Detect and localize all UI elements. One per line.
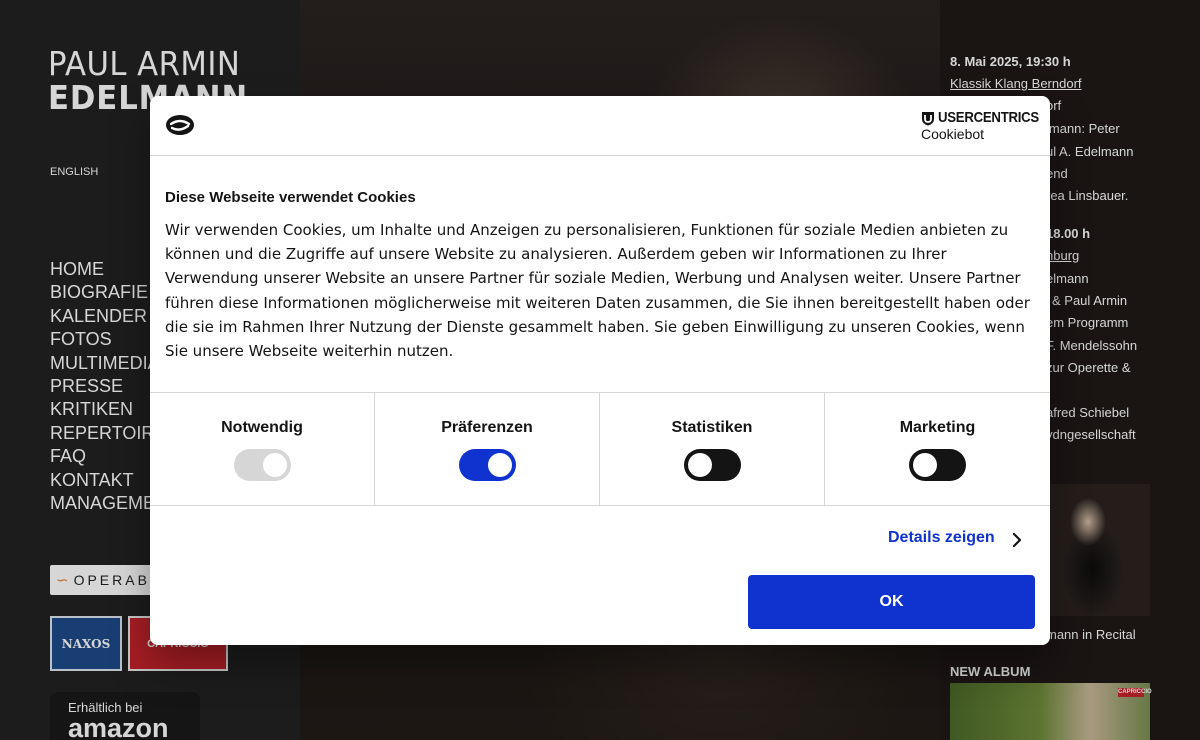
praeferenzen-toggle[interactable] <box>459 449 516 481</box>
category-marketing: Marketing <box>825 393 1050 505</box>
category-label: Marketing <box>899 419 976 436</box>
category-notwendig: Notwendig <box>150 393 375 505</box>
notwendig-toggle <box>234 449 291 481</box>
toggle-knob <box>263 453 287 477</box>
toggle-knob <box>913 453 937 477</box>
category-praeferenzen: Präferenzen <box>375 393 600 505</box>
ok-button[interactable]: OK <box>748 575 1035 629</box>
category-label: Statistiken <box>671 419 753 436</box>
toggle-knob <box>688 453 712 477</box>
show-details-link[interactable]: Details zeigen <box>888 529 995 547</box>
usercentrics-shield-icon <box>922 112 934 126</box>
cookie-consent-dialog: USERCENTRICS Cookiebot Diese Webseite ve… <box>150 96 1050 645</box>
usercentrics-brand[interactable]: USERCENTRICS Cookiebot <box>921 109 1041 145</box>
consent-categories: Notwendig Präferenzen Statistiken Market… <box>150 392 1050 506</box>
dialog-body-text: Wir verwenden Cookies, um Inhalte und An… <box>165 221 1030 361</box>
category-label: Notwendig <box>221 419 303 436</box>
cookiebot-logo-icon <box>166 115 194 135</box>
chevron-right-icon[interactable] <box>1011 532 1023 548</box>
category-statistiken: Statistiken <box>600 393 825 505</box>
dialog-title: Diese Webseite verwendet Cookies <box>165 189 416 206</box>
statistiken-toggle[interactable] <box>684 449 741 481</box>
marketing-toggle[interactable] <box>909 449 966 481</box>
toggle-knob <box>488 453 512 477</box>
dialog-header: USERCENTRICS Cookiebot <box>150 96 1050 156</box>
category-label: Präferenzen <box>441 419 533 436</box>
usercentrics-name: USERCENTRICS <box>938 109 1039 126</box>
cookiebot-name: Cookiebot <box>921 126 985 142</box>
